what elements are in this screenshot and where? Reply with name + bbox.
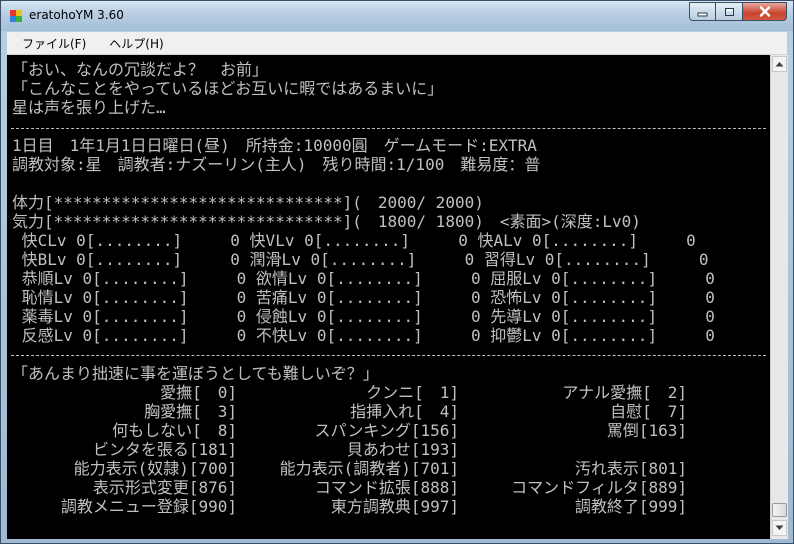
app-window: eratohoYM 3.60 ファイル(F) ヘルプ(H) 「おい、なんの冗談だ… [0,0,794,544]
ability-row: 快CLv 0[........] 0 快VLv 0[........] 0 快A… [12,231,696,250]
arrow-up-icon [775,62,784,67]
command-option[interactable]: 調教終了[999] [575,498,687,516]
command-option[interactable]: 貝あわせ[193] [347,441,459,459]
ability-row: 恭順Lv 0[........] 0 欲情Lv 0[........] 0 屈服… [12,269,715,288]
maximize-button[interactable] [716,2,743,21]
command-option[interactable]: 調教メニュー登録[990] [61,498,237,516]
ability-row: 恥情Lv 0[........] 0 苦痛Lv 0[........] 0 恐怖… [12,288,715,307]
title-bar[interactable]: eratohoYM 3.60 [1,1,793,31]
dialogue-line: 星は声を張り上げた… [12,98,166,117]
command-option[interactable]: スパンキング[156] [315,422,459,440]
scroll-up-button[interactable] [772,56,787,72]
console-output[interactable]: 「おい、なんの冗談だよ？ お前」 「こんなことをやっているほどお互いに暇ではある… [7,55,770,539]
command-option[interactable]: 罵倒[163] [607,422,687,440]
menu-bar: ファイル(F) ヘルプ(H) [7,32,787,55]
scroll-thumb[interactable] [772,503,787,517]
command-option[interactable]: コマンドフィルタ[889] [511,479,687,497]
energy-line: 気力[******************************]( 1800… [12,212,641,231]
minimize-icon [697,12,708,16]
command-option[interactable]: アナル愛撫[ 2] [562,384,687,402]
window-controls [689,2,787,22]
prompt-line: 「あんまり拙速に事を運ぼうとしても難しいぞ？」 [12,364,379,383]
command-option[interactable]: ビンタを張る[181] [93,441,237,459]
scroll-down-button[interactable] [772,520,787,536]
command-option[interactable]: 何もしない[ 8] [112,422,237,440]
ability-row: 快BLv 0[........] 0 潤滑Lv 0[........] 0 習得… [12,250,709,269]
separator [11,355,766,356]
status-line-date: 1日目 1年1月1日日曜日(昼) 所持金:10000圓 ゲームモード:EXTRA [12,136,537,155]
command-option[interactable]: 指挿入れ[ 4] [350,403,459,421]
minimize-button[interactable] [689,2,716,21]
stamina-line: 体力[******************************]( 2000… [12,193,484,212]
window-title: eratohoYM 3.60 [29,8,124,22]
vertical-scrollbar[interactable] [770,55,788,539]
command-option[interactable]: 汚れ表示[801] [575,460,687,478]
ability-row: 薬毒Lv 0[........] 0 侵蝕Lv 0[........] 0 先導… [12,307,715,326]
dialogue-line: 「おい、なんの冗談だよ？ お前」 [12,60,269,79]
command-option[interactable]: 能力表示(奴隷)[700] [74,460,237,478]
command-option[interactable]: 愛撫[ 0] [160,384,237,402]
status-line-target: 調教対象:星 調教者:ナズーリン(主人) 残り時間:1/100 難易度：普 [12,155,541,174]
ability-row: 反感Lv 0[........] 0 不快Lv 0[........] 0 抑鬱… [12,326,715,345]
close-icon [759,6,770,17]
command-option[interactable]: 胸愛撫[ 3] [144,403,237,421]
menu-file[interactable]: ファイル(F) [22,35,86,52]
command-option[interactable]: コマンド拡張[888] [315,479,459,497]
command-option[interactable]: 表示形式変更[876] [93,479,237,497]
close-button[interactable] [743,2,787,21]
maximize-icon [724,7,734,16]
dialogue-line: 「こんなことをやっているほどお互いに暇ではあるまいに」 [12,79,444,98]
command-option[interactable]: 東方調教典[997] [331,498,459,516]
command-option[interactable]: 能力表示(調教者)[701] [280,460,459,478]
command-option[interactable]: クンニ[ 1] [366,384,459,402]
menu-help[interactable]: ヘルプ(H) [109,35,163,52]
command-option[interactable]: 自慰[ 7] [610,403,687,421]
era-app-icon [10,10,22,22]
separator [11,128,766,129]
arrow-down-icon [775,525,784,530]
